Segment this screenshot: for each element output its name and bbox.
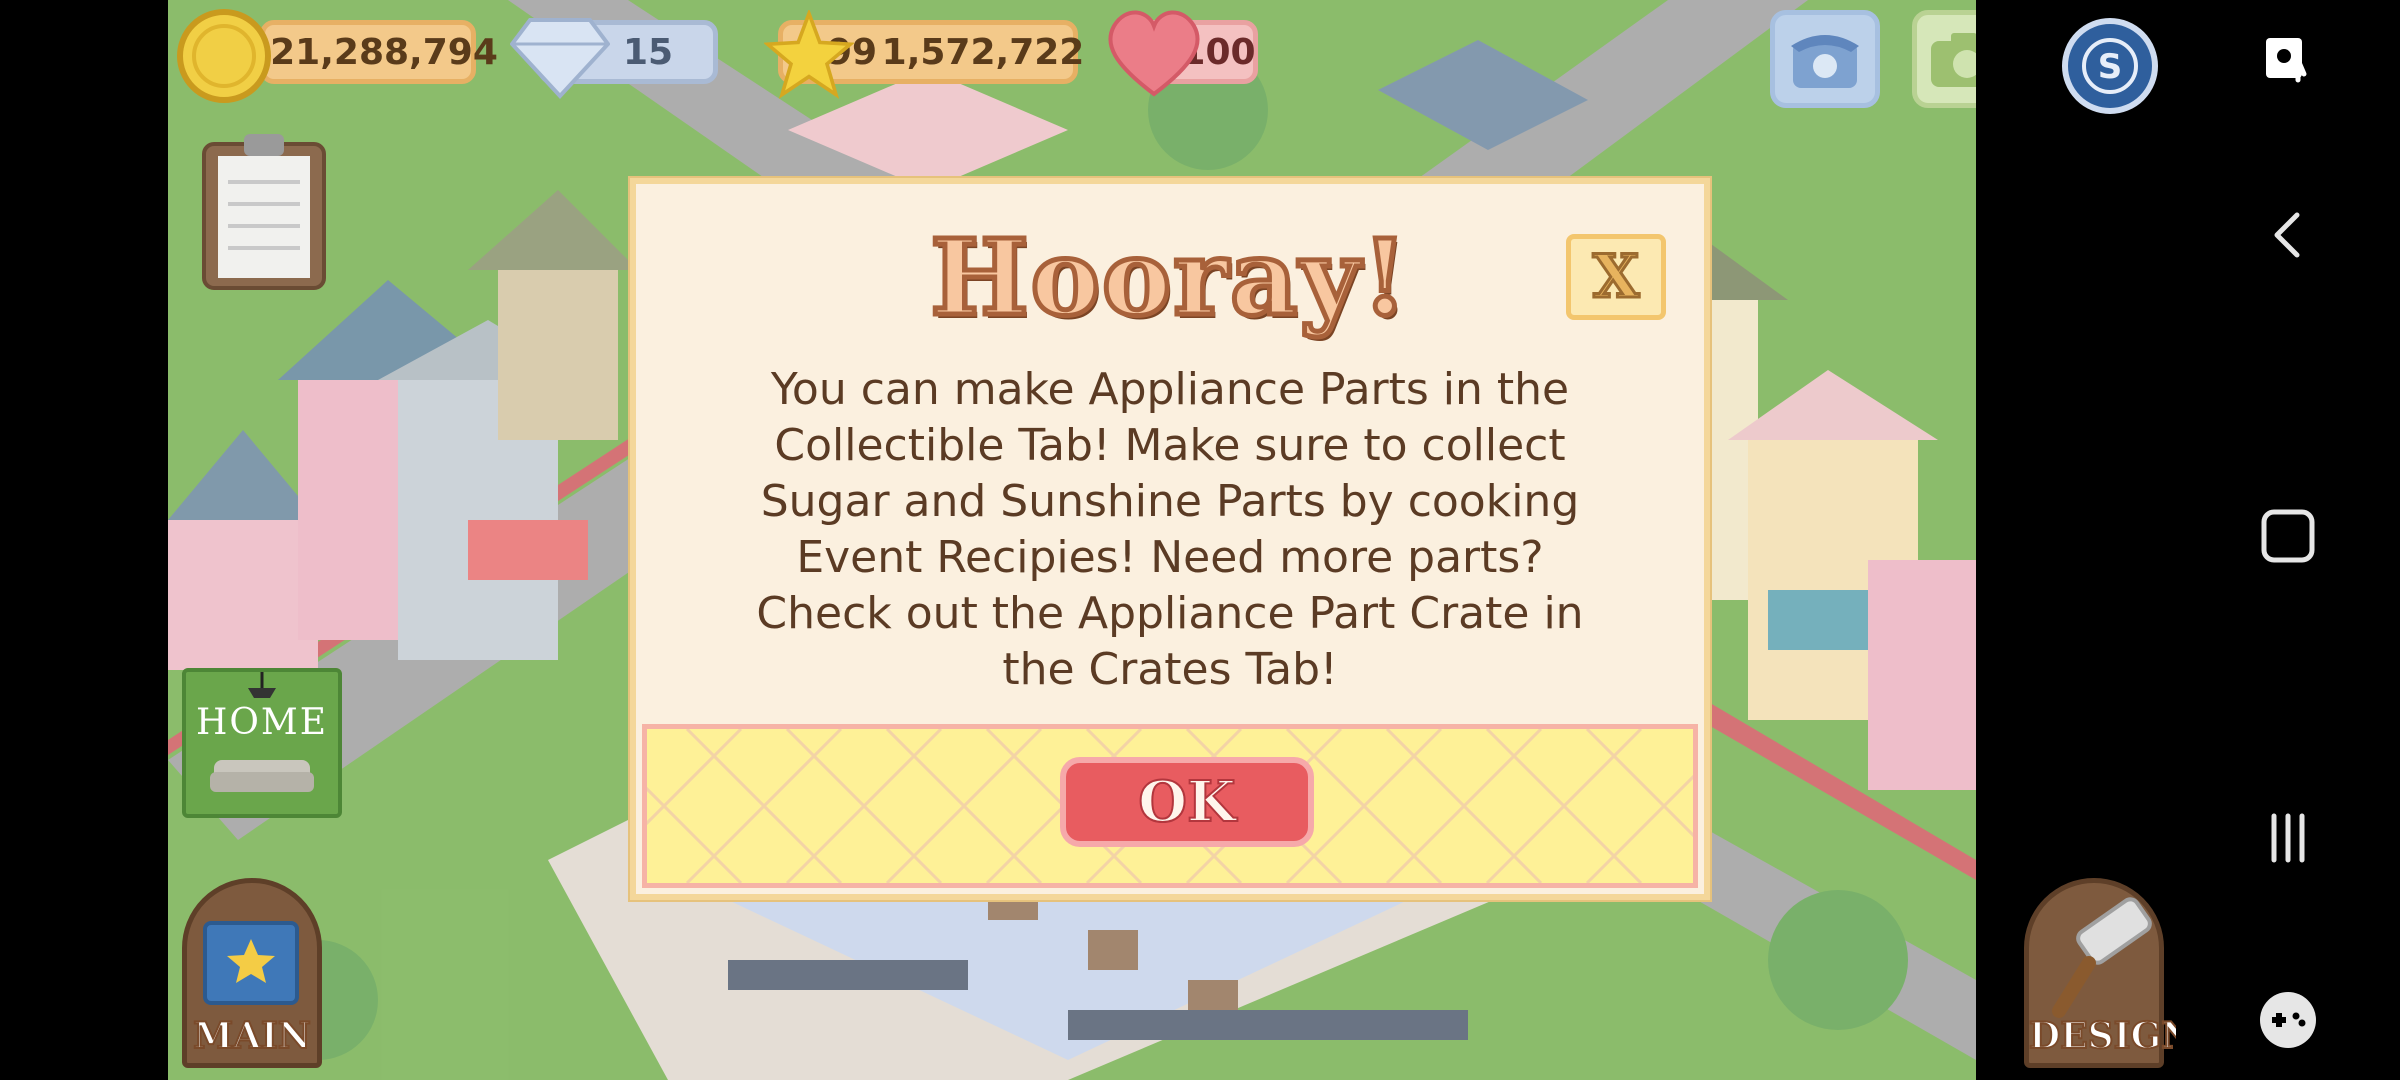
design-label: DESIGN [2028, 1014, 2195, 1058]
star-icon [764, 10, 854, 99]
hooray-dialog: Hooray! X You can make Appliance Parts i… [630, 178, 1710, 900]
gem-icon [510, 18, 610, 99]
camera-button[interactable] [1912, 10, 1976, 108]
touch-lock-icon [2266, 38, 2307, 83]
dialog-message: You can make Appliance Parts in the Coll… [756, 364, 1584, 695]
design-button[interactable]: DESIGN [2024, 878, 2195, 1068]
home-nav-button[interactable] [2228, 476, 2348, 596]
recents-button[interactable] [2228, 778, 2348, 898]
coin-icon [177, 9, 271, 103]
gems-value: 15 [622, 31, 674, 73]
book-icon [203, 921, 299, 1005]
gamepad-icon [2260, 992, 2316, 1048]
dialog-footer: OK [642, 724, 1698, 888]
coins-value: 21,288,794 [270, 31, 498, 73]
back-icon [2274, 212, 2300, 258]
phone-button[interactable] [1770, 10, 1880, 108]
home-button[interactable]: HOME [182, 668, 342, 818]
home-icon [210, 672, 314, 792]
camera-icon [1931, 33, 1976, 87]
close-button[interactable]: X [1566, 234, 1666, 320]
home-label: HOME [195, 702, 329, 743]
xp-value: 1,572,722 [881, 31, 1085, 73]
quest-clipboard-button[interactable] [200, 130, 328, 292]
heart-icon [1108, 10, 1200, 97]
dialog-title: Hooray! [928, 214, 1410, 342]
main-menu-button[interactable]: MAIN [182, 878, 322, 1068]
coins-counter: 21,288,794 [260, 20, 498, 84]
back-button[interactable] [2228, 175, 2348, 295]
game-tools-button[interactable] [2228, 960, 2348, 1080]
ok-button[interactable]: OK [1060, 757, 1314, 847]
main-label: MAIN [192, 1014, 312, 1058]
paint-roller-icon [2052, 897, 2152, 1018]
recents-icon [2271, 813, 2305, 863]
phone-icon [1791, 35, 1859, 88]
svg-text:S: S [2098, 47, 2123, 87]
home-square-icon [2261, 509, 2315, 563]
clipboard-icon [202, 134, 326, 290]
screen-lock-button[interactable] [2228, 0, 2348, 120]
social-button[interactable]: S [2062, 18, 2158, 114]
system-nav-bar [2176, 0, 2400, 1080]
social-icon: S [2082, 38, 2138, 94]
